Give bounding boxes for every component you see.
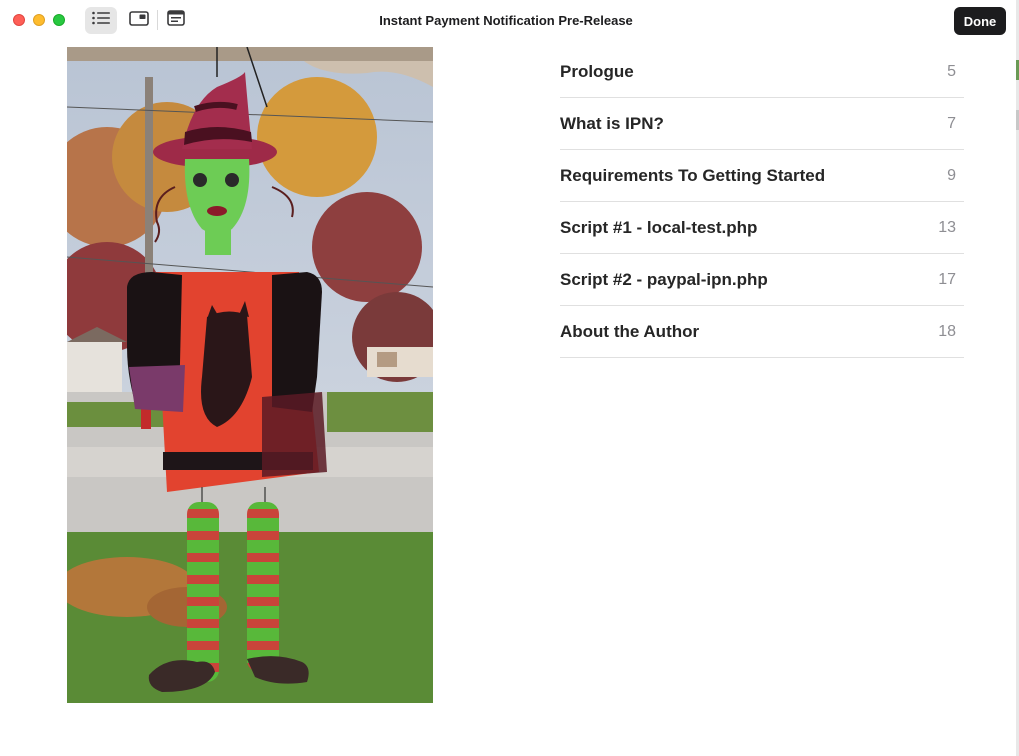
toc-item-page: 17 [938,270,956,288]
table-of-contents-button[interactable] [85,7,117,34]
cover-view-button[interactable] [123,7,155,34]
table-of-contents: Prologue 5 What is IPN? 7 Requirements T… [560,46,964,358]
toc-item[interactable]: Script #1 - local-test.php 13 [560,202,964,254]
toc-item[interactable]: What is IPN? 7 [560,98,964,150]
toc-item-page: 9 [947,166,956,184]
toc-item-title: Requirements To Getting Started [560,165,826,185]
toc-item[interactable]: Requirements To Getting Started 9 [560,150,964,202]
close-window-button[interactable] [13,14,25,26]
toc-item-title: Script #2 - paypal-ipn.php [560,269,768,289]
toc-item[interactable]: Prologue 5 [560,46,964,98]
title-bar: Instant Payment Notification Pre-Release… [0,0,1019,42]
window-title: Instant Payment Notification Pre-Release [379,13,633,28]
book-info-icon [167,10,185,31]
toc-item[interactable]: About the Author 18 [560,306,964,358]
done-button[interactable]: Done [954,7,1006,35]
minimize-window-button[interactable] [33,14,45,26]
picture-in-picture-icon [129,10,149,31]
list-icon [92,11,110,30]
book-cover-image [67,47,433,703]
toc-item-page: 18 [938,322,956,340]
toc-item-title: What is IPN? [560,113,664,133]
zoom-window-button[interactable] [53,14,65,26]
toc-item-title: Script #1 - local-test.php [560,217,758,237]
toc-item[interactable]: Script #2 - paypal-ipn.php 17 [560,254,964,306]
toc-item-page: 7 [947,114,956,132]
toc-item-page: 5 [947,62,956,80]
toolbar-divider [157,10,158,30]
toc-item-page: 13 [938,218,956,236]
toc-item-title: Prologue [560,61,634,81]
description-button[interactable] [160,7,192,34]
toc-item-title: About the Author [560,321,700,341]
